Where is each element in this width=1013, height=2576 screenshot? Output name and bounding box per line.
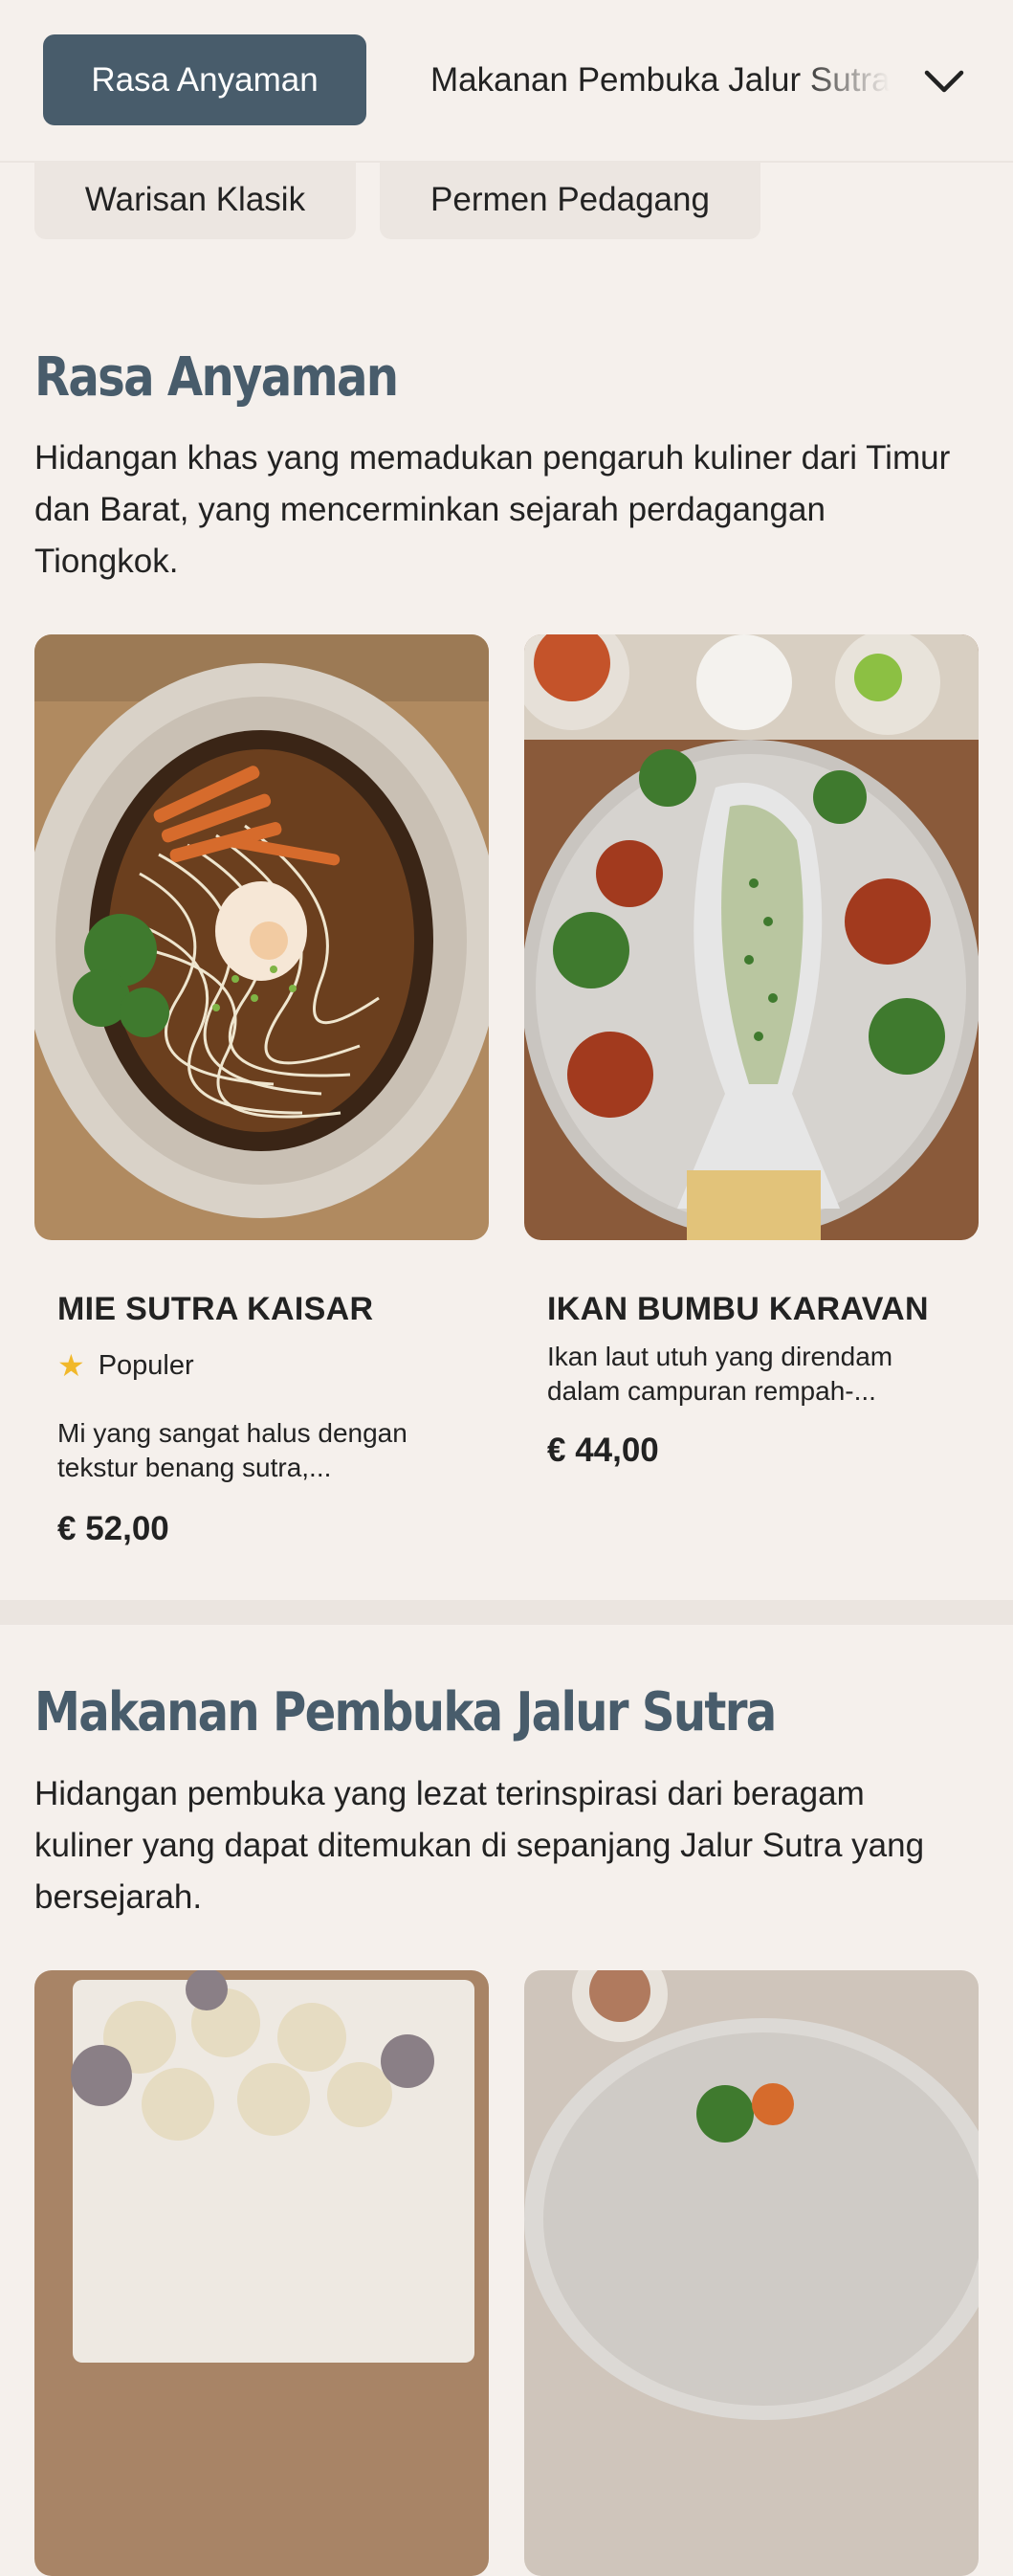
dish-image-salad[interactable] xyxy=(524,1970,979,2576)
star-icon: ★ xyxy=(57,1348,85,1383)
dish-image-dumplings[interactable] xyxy=(34,1970,489,2576)
popular-badge: ★ Populer xyxy=(57,1347,194,1384)
section-description: Hidangan khas yang memadukan pengaruh ku… xyxy=(34,439,951,580)
dish-image-mie-sutra[interactable] xyxy=(34,634,489,1240)
item-price: € 44,00 xyxy=(547,1432,659,1469)
section-title: Rasa Anyaman xyxy=(34,346,399,409)
section-divider xyxy=(0,1600,1013,1625)
item-name[interactable]: MIE SUTRA KAISAR xyxy=(57,1291,373,1328)
section-description: Hidangan pembuka yang lezat terinspirasi… xyxy=(34,1775,925,1916)
chip-permen-pedagang[interactable]: Permen Pedagang xyxy=(380,161,760,239)
dish-image-ikan-bumbu[interactable] xyxy=(524,634,979,1240)
section-title: Makanan Pembuka Jalur Sutra xyxy=(34,1681,777,1743)
tab-makanan-pembuka[interactable]: Makanan Pembuka Jalur Sutra xyxy=(430,34,890,125)
badge-label: Populer xyxy=(98,1349,194,1381)
category-nav-bar: Rasa Anyaman Makanan Pembuka Jalur Sutra xyxy=(0,0,1013,163)
item-price: € 52,00 xyxy=(57,1510,169,1547)
chip-warisan-klasik[interactable]: Warisan Klasik xyxy=(34,161,356,239)
chevron-down-icon[interactable] xyxy=(920,57,968,105)
item-name[interactable]: IKAN BUMBU KARAVAN xyxy=(547,1291,929,1328)
tab-rasa-anyaman[interactable]: Rasa Anyaman xyxy=(43,34,366,125)
item-description: Mi yang sangat halus dengan tekstur bena… xyxy=(57,1418,407,1482)
item-description: Ikan laut utuh yang direndam dalam campu… xyxy=(547,1342,893,1406)
